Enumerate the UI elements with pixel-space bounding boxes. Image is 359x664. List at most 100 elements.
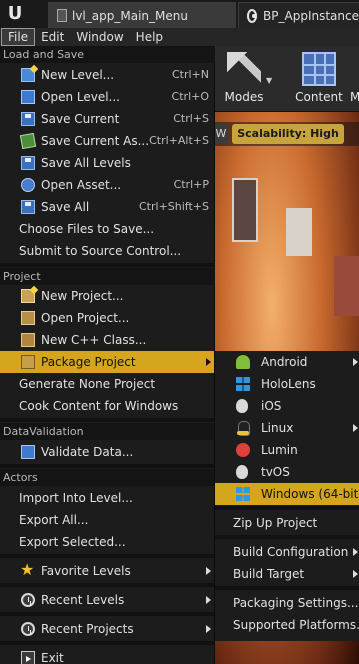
blueprint-icon (247, 8, 258, 23)
package-icon (21, 355, 35, 369)
menu-item-save-current-as[interactable]: Save Current As... Ctrl+Alt+S (0, 130, 215, 152)
content-grid-icon (302, 52, 336, 86)
menu-file[interactable]: File (1, 28, 36, 46)
menu-item-save-all[interactable]: Save All Ctrl+Shift+S (0, 196, 215, 218)
save-all-levels-icon (21, 156, 35, 170)
menu-separator (0, 418, 215, 422)
menu-item-new-cpp-class[interactable]: New C++ Class... (0, 329, 215, 351)
menu-item-cook-content[interactable]: Cook Content for Windows (0, 395, 215, 417)
content-button[interactable]: Content (290, 50, 348, 108)
save-all-icon (21, 200, 35, 214)
menu-item-label: Open Level... (41, 90, 120, 104)
menu-separator (0, 464, 215, 468)
windows-icon (236, 377, 250, 391)
menu-item-label: Package Project (41, 355, 136, 369)
menu-edit[interactable]: Edit (35, 28, 70, 46)
menu-item-recent-projects[interactable]: Recent Projects (0, 618, 215, 640)
menu-item-validate-data[interactable]: Validate Data... (0, 441, 215, 463)
menu-item-generate-none-project[interactable]: Generate None Project (0, 373, 215, 395)
menu-item-label: Export Selected... (19, 535, 126, 549)
open-level-icon (21, 90, 35, 104)
submenu-arrow-icon (206, 567, 211, 575)
submenu-item-lumin[interactable]: Lumin (215, 439, 359, 461)
menu-separator (0, 583, 215, 587)
submenu-item-supported-platforms[interactable]: Supported Platforms... (215, 614, 359, 636)
star-icon (20, 560, 35, 579)
menu-window[interactable]: Window (70, 28, 129, 46)
submenu-item-build-target[interactable]: Build Target (215, 563, 359, 585)
menu-item-open-asset[interactable]: Open Asset... Ctrl+P (0, 174, 215, 196)
menu-separator (215, 506, 359, 510)
menu-item-save-all-levels[interactable]: Save All Levels (0, 152, 215, 174)
submenu-item-ios[interactable]: iOS (215, 395, 359, 417)
menu-item-export-all[interactable]: Export All... (0, 509, 215, 531)
apple-icon (236, 399, 248, 413)
menu-item-save-current[interactable]: Save Current Ctrl+S (0, 108, 215, 130)
menu-item-favorite-levels[interactable]: Favorite Levels (0, 560, 215, 582)
section-data-validation: DataValidation (0, 423, 215, 440)
submenu-item-label: Linux (261, 421, 294, 435)
menu-item-shortcut: Ctrl+S (173, 112, 209, 125)
menu-item-label: Save Current (41, 112, 120, 126)
menu-item-new-level[interactable]: New Level... Ctrl+N (0, 64, 215, 86)
apple-icon (236, 465, 248, 479)
menu-item-open-level[interactable]: Open Level... Ctrl+O (0, 86, 215, 108)
submenu-arrow-icon (206, 596, 211, 604)
menu-help[interactable]: Help (130, 28, 169, 46)
menu-item-open-project[interactable]: Open Project... (0, 307, 215, 329)
modes-tools-icon (227, 52, 261, 86)
menu-item-label: Save All (41, 200, 90, 214)
save-icon (21, 112, 35, 126)
submenu-item-build-configuration[interactable]: Build Configuration (215, 541, 359, 563)
menu-item-label: New C++ Class... (41, 333, 147, 347)
scene-poster (232, 178, 258, 242)
menu-item-label: Generate None Project (19, 377, 156, 391)
clock-icon (21, 622, 35, 636)
menu-item-submit-to-source-control[interactable]: Submit to Source Control... (0, 240, 215, 262)
submenu-item-zip-up-project[interactable]: Zip Up Project (215, 512, 359, 534)
submenu-arrow-icon (353, 424, 358, 432)
section-load-and-save: Load and Save (0, 46, 215, 63)
submenu-item-hololens[interactable]: HoloLens (215, 373, 359, 395)
menu-item-exit[interactable]: Exit (0, 647, 215, 664)
submenu-item-windows-64[interactable]: Windows (64-bit) (215, 483, 359, 505)
menu-item-shortcut: Ctrl+Alt+S (149, 134, 209, 147)
submenu-item-packaging-settings[interactable]: Packaging Settings... (215, 592, 359, 614)
submenu-item-label: Zip Up Project (233, 516, 318, 530)
menu-item-export-selected[interactable]: Export Selected... (0, 531, 215, 553)
save-as-icon (19, 132, 37, 150)
submenu-item-tvos[interactable]: tvOS (215, 461, 359, 483)
viewport-view-mode-button[interactable]: W (214, 124, 228, 144)
modes-button[interactable]: ▼ Modes (216, 50, 272, 108)
menu-bar: File Edit Window Help (0, 28, 359, 46)
tab-label: BP_AppInstance (263, 8, 359, 23)
menu-item-label: Submit to Source Control... (19, 244, 182, 258)
menu-item-shortcut: Ctrl+P (173, 178, 209, 191)
submenu-item-label: iOS (261, 399, 282, 413)
clock-icon (21, 593, 35, 607)
cpp-class-icon (21, 333, 35, 347)
title-bar: U lvl_app_Main_Menu BP_AppInstance (0, 0, 359, 28)
lumin-icon (236, 443, 250, 457)
menu-item-label: Open Project... (41, 311, 130, 325)
menu-item-new-project[interactable]: New Project... (0, 285, 215, 307)
file-menu-dropdown: Load and Save New Level... Ctrl+N Open L… (0, 46, 215, 664)
menu-item-choose-files-to-save[interactable]: Choose Files to Save... (0, 218, 215, 240)
menu-item-recent-levels[interactable]: Recent Levels (0, 589, 215, 611)
menu-item-package-project[interactable]: Package Project (0, 351, 215, 373)
menu-item-shortcut: Ctrl+Shift+S (139, 200, 209, 213)
submenu-item-android[interactable]: Android (215, 351, 359, 373)
menu-item-label: New Project... (41, 289, 124, 303)
scalability-badge[interactable]: Scalability: High (232, 124, 344, 144)
submenu-arrow-icon (206, 625, 211, 633)
menu-item-label: Favorite Levels (41, 564, 131, 578)
submenu-arrow-icon (353, 358, 358, 366)
tab-lvl-app-main-menu[interactable]: lvl_app_Main_Menu (48, 2, 236, 28)
open-asset-icon (21, 178, 35, 192)
menu-item-label: Open Asset... (41, 178, 122, 192)
tab-bp-appinstance[interactable]: BP_AppInstance (238, 2, 359, 28)
submenu-item-label: Supported Platforms... (233, 618, 359, 632)
toolbar-overflow-button[interactable]: M (350, 90, 359, 106)
submenu-item-linux[interactable]: Linux (215, 417, 359, 439)
menu-item-import-into-level[interactable]: Import Into Level... (0, 487, 215, 509)
